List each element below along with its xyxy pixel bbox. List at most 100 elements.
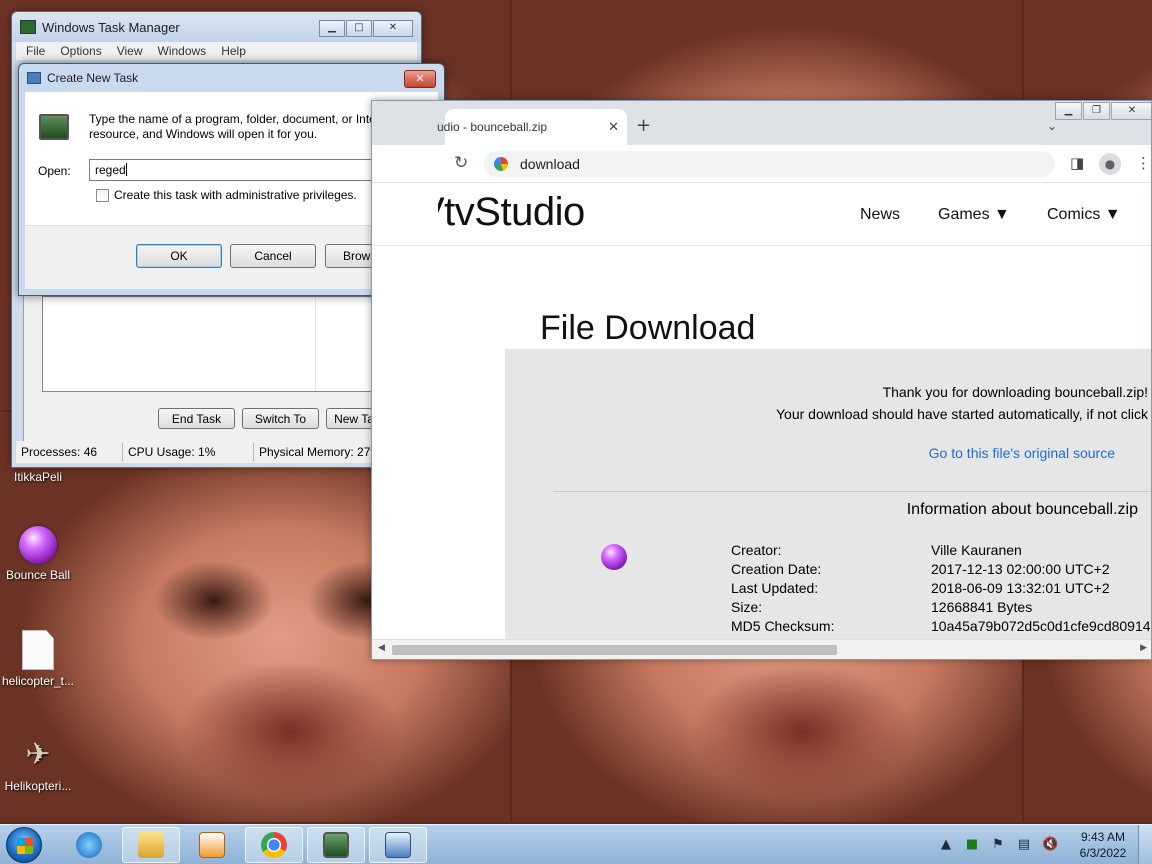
- chrome-tabstrip: udio - bounceball.zip ✕ + ⌄ ▁ ❐ ✕: [372, 101, 1151, 145]
- scroll-left-icon[interactable]: ◀: [378, 643, 385, 653]
- open-input-value: reged: [95, 163, 126, 177]
- info-key: Last Updated:: [731, 580, 819, 596]
- task-manager-caption-buttons: ▁ □ ✕: [318, 20, 413, 37]
- browser-tab[interactable]: udio - bounceball.zip ✕: [437, 109, 627, 145]
- checkbox-box[interactable]: [96, 188, 109, 202]
- new-tab-icon[interactable]: +: [636, 115, 651, 136]
- start-button[interactable]: [6, 827, 42, 863]
- action-center-flag-icon[interactable]: ⚑: [990, 837, 1006, 853]
- ball-icon: [601, 544, 627, 570]
- windows-logo-icon: [17, 838, 33, 854]
- taskbar-internet-explorer[interactable]: [60, 827, 118, 863]
- site-logo[interactable]: VtvStudio: [438, 190, 585, 235]
- task-manager-app-icon: [20, 20, 36, 34]
- tab-close-icon[interactable]: ✕: [608, 119, 619, 135]
- helicopter-icon: ✈: [25, 738, 51, 771]
- taskbar-media-player[interactable]: [183, 827, 241, 863]
- download-panel: Thank you for downloading bounceball.zip…: [505, 349, 1151, 639]
- end-task-button[interactable]: End Task: [158, 408, 235, 429]
- nav-games[interactable]: Games ▼: [938, 206, 1010, 224]
- minimize-button[interactable]: ▁: [319, 20, 345, 37]
- status-processes: Processes: 46: [16, 443, 123, 461]
- ball-icon: [19, 526, 57, 564]
- taskbar: ▲ ■ ⚑ ▤ 🔇 9:43 AM 6/3/2022: [0, 824, 1152, 864]
- media-player-icon: [199, 832, 225, 858]
- taskbar-run-dialog[interactable]: [369, 827, 427, 863]
- switch-to-button[interactable]: Switch To: [242, 408, 319, 429]
- nav-news[interactable]: News: [860, 206, 900, 224]
- status-memory: Physical Memory: 27%: [259, 445, 382, 459]
- original-source-link[interactable]: Go to this file's original source: [929, 445, 1115, 461]
- close-button[interactable]: ✕: [373, 20, 413, 37]
- chrome-caption-buttons: ▁ ❐ ✕: [1054, 102, 1151, 120]
- close-button[interactable]: ✕: [1111, 102, 1151, 120]
- info-title: Information about bounceball.zip: [906, 501, 1138, 518]
- tab-search-chevron-icon[interactable]: ⌄: [1047, 119, 1057, 133]
- chrome-toolbar: ↻ download ◨ ● ⋮: [372, 145, 1151, 183]
- minimize-button[interactable]: ▁: [1055, 102, 1082, 120]
- restore-button[interactable]: ❐: [1083, 102, 1110, 120]
- info-row: Creator: Ville Kauranen: [731, 542, 1022, 558]
- admin-privileges-checkbox[interactable]: Create this task with administrative pri…: [96, 188, 357, 202]
- volume-muted-icon[interactable]: 🔇: [1042, 837, 1058, 853]
- info-value: 2018-06-09 13:32:01 UTC+2: [931, 580, 1110, 596]
- taskbar-explorer[interactable]: [122, 827, 180, 863]
- ok-button[interactable]: OK: [136, 244, 222, 268]
- folder-icon: [138, 832, 164, 858]
- chrome-icon: [261, 832, 287, 858]
- system-clock[interactable]: 9:43 AM 6/3/2022: [1068, 829, 1138, 861]
- cancel-button[interactable]: Cancel: [230, 244, 316, 268]
- menu-help[interactable]: Help: [221, 44, 246, 58]
- desktop-icon-label: ItikkaPeli: [13, 470, 63, 484]
- horizontal-scrollbar[interactable]: ◀ ▶: [372, 639, 1151, 659]
- maximize-button[interactable]: □: [346, 20, 372, 37]
- info-key: MD5 Checksum:: [731, 618, 835, 634]
- page-title: File Download: [540, 309, 756, 347]
- dialog-close-button[interactable]: ✕: [404, 70, 436, 88]
- reload-icon[interactable]: ↻: [454, 153, 468, 173]
- open-input[interactable]: reged ▼: [89, 159, 409, 181]
- list-column-divider: [315, 297, 316, 391]
- task-manager-menubar: File Options View Windows Help: [16, 42, 417, 60]
- scrollbar-thumb[interactable]: [392, 645, 837, 655]
- menu-windows[interactable]: Windows: [158, 44, 207, 58]
- desktop-icon-helicopter-file[interactable]: helicopter_t...: [0, 630, 76, 688]
- thanks-line: Your download should have started automa…: [776, 406, 1148, 422]
- info-row: Creation Date: 2017-12-13 02:00:00 UTC+2: [731, 561, 1110, 577]
- show-hidden-icons-icon[interactable]: ▲: [938, 837, 954, 853]
- menu-options[interactable]: Options: [60, 44, 101, 58]
- desktop-icon-bounce-ball[interactable]: Bounce Ball: [0, 526, 76, 582]
- admin-privileges-label: Create this task with administrative pri…: [114, 188, 357, 202]
- status-cpu: CPU Usage: 1%: [123, 443, 254, 461]
- desktop-icon-label: helicopter_t...: [1, 674, 75, 688]
- network-icon[interactable]: ▤: [1016, 837, 1032, 853]
- side-panel-icon[interactable]: ◨: [1070, 154, 1084, 172]
- show-desktop-button[interactable]: [1138, 825, 1152, 864]
- application-list[interactable]: [42, 296, 394, 392]
- run-dialog-icon: [385, 832, 411, 858]
- internet-explorer-icon: [76, 832, 102, 858]
- taskbar-chrome[interactable]: [245, 827, 303, 863]
- open-label: Open:: [38, 164, 71, 178]
- scroll-right-icon[interactable]: ▶: [1140, 643, 1147, 653]
- dialog-titlebar[interactable]: Create New Task: [19, 64, 444, 92]
- clock-time: 9:43 AM: [1080, 830, 1126, 844]
- desktop-icon-label: Bounce Ball: [5, 568, 71, 582]
- kebab-menu-icon[interactable]: ⋮: [1136, 154, 1151, 172]
- desktop-icon-itikkapeli[interactable]: ItikkaPeli: [0, 470, 76, 484]
- nav-comics[interactable]: Comics ▼: [1047, 206, 1121, 224]
- tab-title: udio - bounceball.zip: [437, 120, 548, 134]
- task-manager-title: Windows Task Manager: [42, 19, 180, 35]
- info-key: Creation Date:: [731, 561, 822, 577]
- file-icon: [22, 630, 54, 670]
- menu-file[interactable]: File: [26, 44, 45, 58]
- desktop-icon-label: Helikopteri...: [4, 779, 72, 793]
- taskbar-task-manager[interactable]: [307, 827, 365, 863]
- menu-view[interactable]: View: [117, 44, 143, 58]
- desktop-icon-helikopteri[interactable]: ✈ Helikopteri...: [0, 735, 76, 793]
- divider: [553, 491, 1151, 492]
- app-tray-icon[interactable]: ■: [964, 837, 980, 853]
- profile-icon[interactable]: ●: [1099, 153, 1121, 175]
- info-value: 12668841 Bytes: [931, 599, 1033, 615]
- address-bar[interactable]: download: [484, 151, 1055, 177]
